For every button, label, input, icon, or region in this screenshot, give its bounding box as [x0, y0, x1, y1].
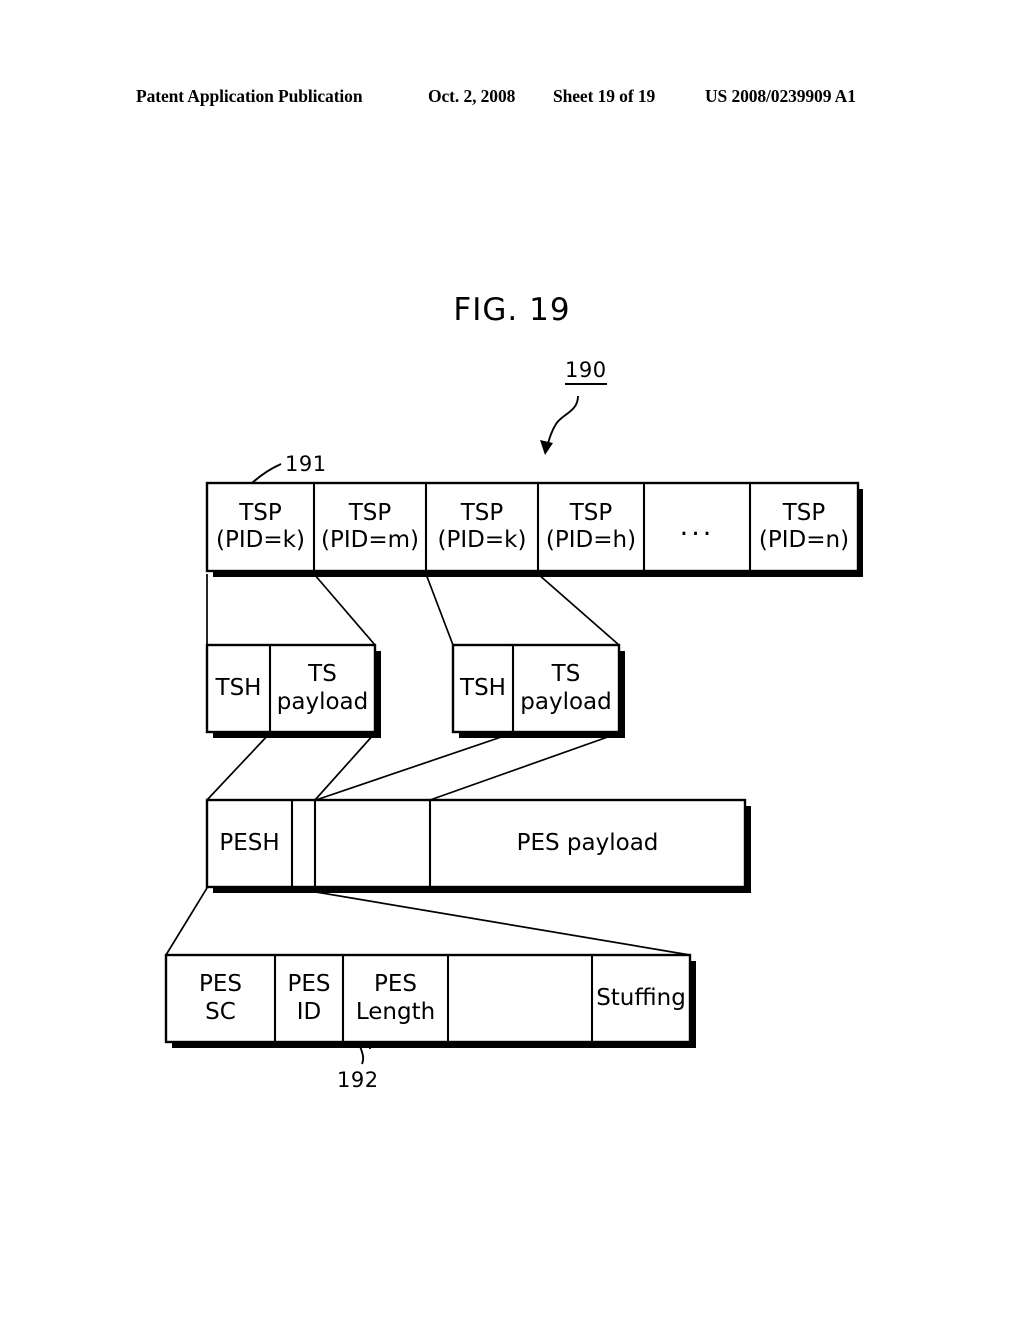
tsp-cell-2: TSP (PID=k)	[426, 483, 538, 571]
connector-pesh-left	[165, 887, 208, 956]
leader-arrowhead-190	[540, 440, 553, 455]
connector-payload1-left	[206, 732, 271, 801]
tsp-cell-4-line1: ...	[679, 510, 715, 542]
tsp-cell-4-ellipsis: ...	[644, 483, 750, 571]
pes-cell-0-header: PESH	[207, 800, 292, 887]
pes-header-cell-1-line1: PES	[287, 971, 331, 998]
tsp-cell-5: TSP (PID=n)	[750, 483, 858, 571]
tsp-cell-3: TSP (PID=h)	[538, 483, 644, 571]
ts-packet-0-payload: TS payload	[270, 645, 375, 732]
tsp-cell-0-line1: TSP	[239, 499, 282, 526]
tsp-cell-2-line1: TSP	[460, 499, 504, 526]
ts-packet-1-payload: TS payload	[513, 645, 619, 732]
connector-pesh-right	[291, 887, 691, 956]
tsp-cell-1-line2: (PID=m)	[321, 527, 419, 553]
ts-packet-1-header-line1: TSH	[460, 674, 506, 701]
connector-tsp3-right	[537, 573, 620, 646]
pes-header-cell-4-stuffing: Stuffing	[592, 955, 690, 1042]
ts-packet-0-header: TSH	[207, 645, 270, 732]
pes-cell-2-empty	[315, 800, 430, 887]
pes-header-cell-3-empty	[448, 955, 592, 1042]
pes-header-cell-0: PES SC	[166, 955, 275, 1042]
ts-packet-0-payload-line1: TS	[308, 661, 337, 688]
tsp-cell-1: TSP (PID=m)	[314, 483, 426, 571]
pes-cell-3-line1: PES payload	[516, 829, 659, 856]
pes-header-cell-2-line1: PES	[373, 971, 417, 998]
tsp-cell-0: TSP (PID=k)	[207, 483, 314, 571]
tsp-cell-5-line2: (PID=n)	[758, 527, 850, 553]
pes-cell-3-payload: PES payload	[430, 800, 745, 887]
ts-packet-1-payload-line2: payload	[520, 688, 612, 715]
tsp-cell-3-line1: TSP	[569, 499, 613, 526]
tsp-cell-2-line2: (PID=k)	[437, 527, 527, 553]
ts-packet-1-payload-line1: TS	[551, 661, 581, 688]
tsp-cell-5-line1: TSP	[782, 499, 826, 526]
leader-line-190	[545, 395, 579, 451]
ts-packet-1-header: TSH	[453, 645, 513, 732]
pes-cell-0-line1: PESH	[219, 829, 280, 856]
pes-header-cell-1-line2: ID	[296, 998, 322, 1025]
pes-header-cell-2: PES Length	[343, 955, 448, 1042]
tsp-cell-1-line1: TSP	[348, 499, 392, 526]
ts-packet-0-header-line1: TSH	[215, 674, 262, 701]
ts-packet-0-payload-line2: payload	[276, 688, 369, 715]
tsp-cell-0-line2: (PID=k)	[216, 527, 305, 553]
pes-cell-1-empty	[292, 800, 315, 887]
pes-header-cell-4-line1: Stuffing	[596, 984, 686, 1011]
pes-header-cell-0-line2: SC	[205, 998, 236, 1025]
pes-header-cell-1: PES ID	[275, 955, 343, 1042]
leader-line-191	[251, 463, 282, 484]
pes-header-cell-2-line2: Length	[355, 998, 436, 1025]
connector-tsp1-right	[313, 573, 376, 646]
pes-header-cell-0-line1: PES	[198, 971, 242, 998]
tsp-cell-3-line2: (PID=h)	[545, 527, 637, 553]
connector-payload2-right	[429, 732, 620, 801]
connector-tsp3-left	[425, 573, 454, 646]
